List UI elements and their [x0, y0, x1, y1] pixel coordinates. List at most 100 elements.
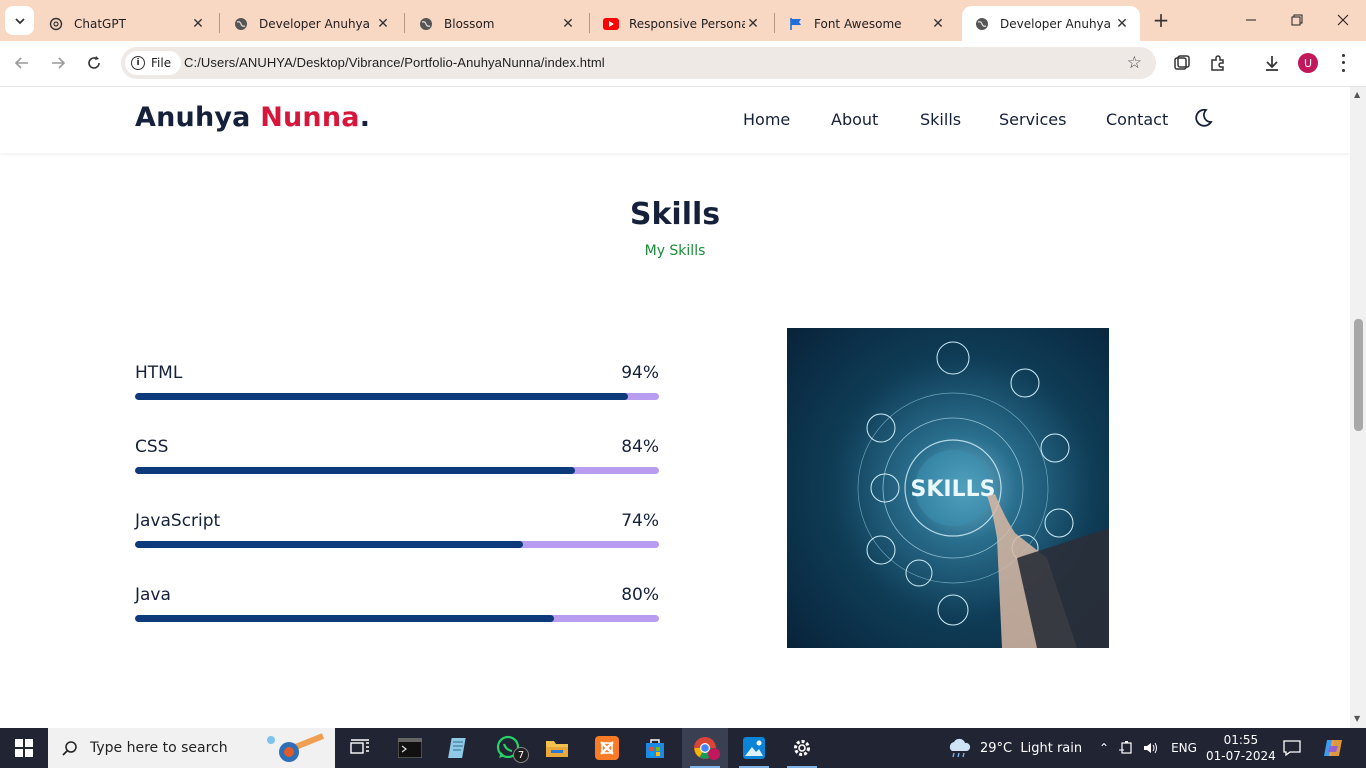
skill-progress-track — [135, 467, 659, 474]
terminal-icon — [398, 738, 422, 758]
close-icon[interactable]: ✕ — [930, 16, 946, 32]
close-icon — [1337, 14, 1349, 26]
nav-home[interactable]: Home — [743, 110, 790, 129]
arrow-left-icon — [14, 57, 28, 69]
minimize-button[interactable] — [1228, 0, 1274, 40]
volume-icon[interactable] — [1143, 741, 1159, 755]
skill-percent: 84% — [621, 437, 659, 457]
taskbar-photos[interactable] — [731, 728, 777, 768]
section-title: Skills — [629, 197, 721, 232]
weather-text: 29°C Light rain — [980, 740, 1083, 756]
browser-menu-button[interactable] — [1336, 52, 1350, 74]
skill-name: Java — [135, 585, 171, 605]
browser-toolbar: i File C:/Users/ANUHYA/Desktop/Vibrance/… — [0, 41, 1366, 87]
tab-search-button[interactable] — [5, 6, 34, 35]
taskbar-whatsapp[interactable]: 7 — [486, 728, 532, 768]
task-view-icon — [350, 739, 369, 754]
taskbar-chrome[interactable] — [682, 728, 728, 768]
taskbar-terminal[interactable] — [387, 728, 433, 768]
taskbar-search[interactable]: Type here to search — [48, 728, 335, 768]
close-icon[interactable]: ✕ — [375, 16, 391, 32]
browser-tab-strip: ChatGPT ✕ Developer Anuhya Nu ✕ Blossom … — [0, 0, 1366, 41]
tab-separator — [589, 13, 590, 33]
back-button[interactable] — [8, 49, 36, 77]
battery-icon[interactable] — [1119, 741, 1135, 755]
browser-tab[interactable]: ChatGPT ✕ — [36, 6, 216, 41]
star-icon[interactable]: ☆ — [1127, 53, 1142, 73]
browser-tab-active[interactable]: Developer Anuhya Nu ✕ — [962, 6, 1140, 41]
address-bar[interactable]: i File C:/Users/ANUHYA/Desktop/Vibrance/… — [121, 47, 1156, 79]
info-icon: i — [131, 56, 145, 70]
skill-progress-track — [135, 393, 659, 400]
close-icon[interactable]: ✕ — [560, 16, 576, 32]
taskbar-store[interactable] — [632, 728, 678, 768]
restore-icon — [1291, 14, 1303, 26]
task-view-button[interactable] — [337, 728, 383, 768]
chip-label: File — [151, 56, 172, 70]
nav-services[interactable]: Services — [999, 110, 1066, 129]
nav-skills[interactable]: Skills — [920, 110, 961, 129]
folder-icon — [546, 741, 568, 757]
tab-title: Blossom — [444, 16, 495, 31]
chevron-down-icon — [14, 17, 25, 24]
taskbar-settings[interactable] — [779, 728, 825, 768]
tab-title: ChatGPT — [74, 16, 126, 31]
taskbar-xampp[interactable] — [584, 728, 630, 768]
taskbar-notepad[interactable] — [436, 728, 482, 768]
chevron-up-icon[interactable]: ⌃ — [1099, 741, 1109, 755]
skill-percent: 80% — [621, 585, 659, 605]
reload-button[interactable] — [80, 49, 108, 77]
scroll-thumb[interactable] — [1354, 319, 1363, 431]
window-close-button[interactable] — [1320, 0, 1366, 40]
new-tab-button[interactable]: + — [1150, 8, 1172, 32]
cloud-rain-icon — [949, 738, 971, 758]
puzzle-icon — [1211, 55, 1224, 71]
url-text[interactable]: C:/Users/ANUHYA/Desktop/Vibrance/Portfol… — [184, 55, 605, 70]
copilot-button[interactable] — [1322, 728, 1344, 768]
site-logo[interactable]: Anuhya Nunna. — [135, 102, 370, 133]
globe-icon — [418, 16, 434, 32]
browser-tab[interactable]: Developer Anuhya Nu ✕ — [221, 6, 401, 41]
tab-separator — [774, 13, 775, 33]
site-info-chip[interactable]: i File — [125, 51, 182, 75]
skills-image: SKILLS — [787, 328, 1109, 648]
tab-title: Developer Anuhya Nu — [259, 16, 375, 31]
store-icon — [646, 739, 664, 758]
notification-badge: 7 — [513, 747, 529, 763]
start-button[interactable] — [0, 728, 48, 768]
clock[interactable]: 01:55 01-07-2024 — [1206, 728, 1276, 768]
tab-title: Responsive Personal F — [629, 16, 745, 31]
scroll-down-icon[interactable]: ▼ — [1354, 714, 1360, 723]
skill-progress-fill — [135, 615, 555, 622]
screenshot-icon — [1174, 55, 1190, 70]
notification-center-button[interactable] — [1283, 728, 1301, 768]
logo-dot: . — [359, 102, 371, 133]
moon-icon[interactable] — [1192, 107, 1214, 129]
globe-icon — [233, 16, 249, 32]
weather-widget[interactable]: 29°C Light rain — [946, 728, 1082, 768]
youtube-icon — [603, 16, 619, 32]
windows-taskbar: Type here to search 7 29°C Light rain ⌃ … — [0, 728, 1366, 768]
downloads-button[interactable] — [1259, 50, 1285, 76]
tab-capture-button[interactable] — [1169, 50, 1195, 76]
skill-progress-track — [135, 615, 659, 622]
browser-tab[interactable]: Font Awesome ✕ — [776, 6, 956, 41]
nav-contact[interactable]: Contact — [1106, 110, 1168, 129]
browser-tab[interactable]: Blossom ✕ — [406, 6, 586, 41]
skill-progress-fill — [135, 467, 576, 474]
scroll-up-icon[interactable]: ▲ — [1354, 90, 1360, 99]
restore-button[interactable] — [1274, 0, 1320, 40]
tab-title: Developer Anuhya Nu — [1000, 16, 1114, 31]
site-header: Anuhya Nunna. Home About Skills Services… — [0, 87, 1350, 153]
taskbar-file-explorer[interactable] — [534, 728, 580, 768]
page-scrollbar[interactable]: ▲ ▼ — [1350, 87, 1366, 728]
extensions-button[interactable] — [1205, 50, 1231, 76]
forward-button[interactable] — [44, 49, 72, 77]
close-icon[interactable]: ✕ — [190, 16, 206, 32]
close-icon[interactable]: ✕ — [1114, 16, 1130, 32]
close-icon[interactable]: ✕ — [745, 16, 761, 32]
browser-tab[interactable]: Responsive Personal F ✕ — [591, 6, 771, 41]
profile-avatar[interactable]: U — [1298, 53, 1318, 73]
language-indicator[interactable]: ENG — [1171, 741, 1197, 755]
nav-about[interactable]: About — [831, 110, 878, 129]
